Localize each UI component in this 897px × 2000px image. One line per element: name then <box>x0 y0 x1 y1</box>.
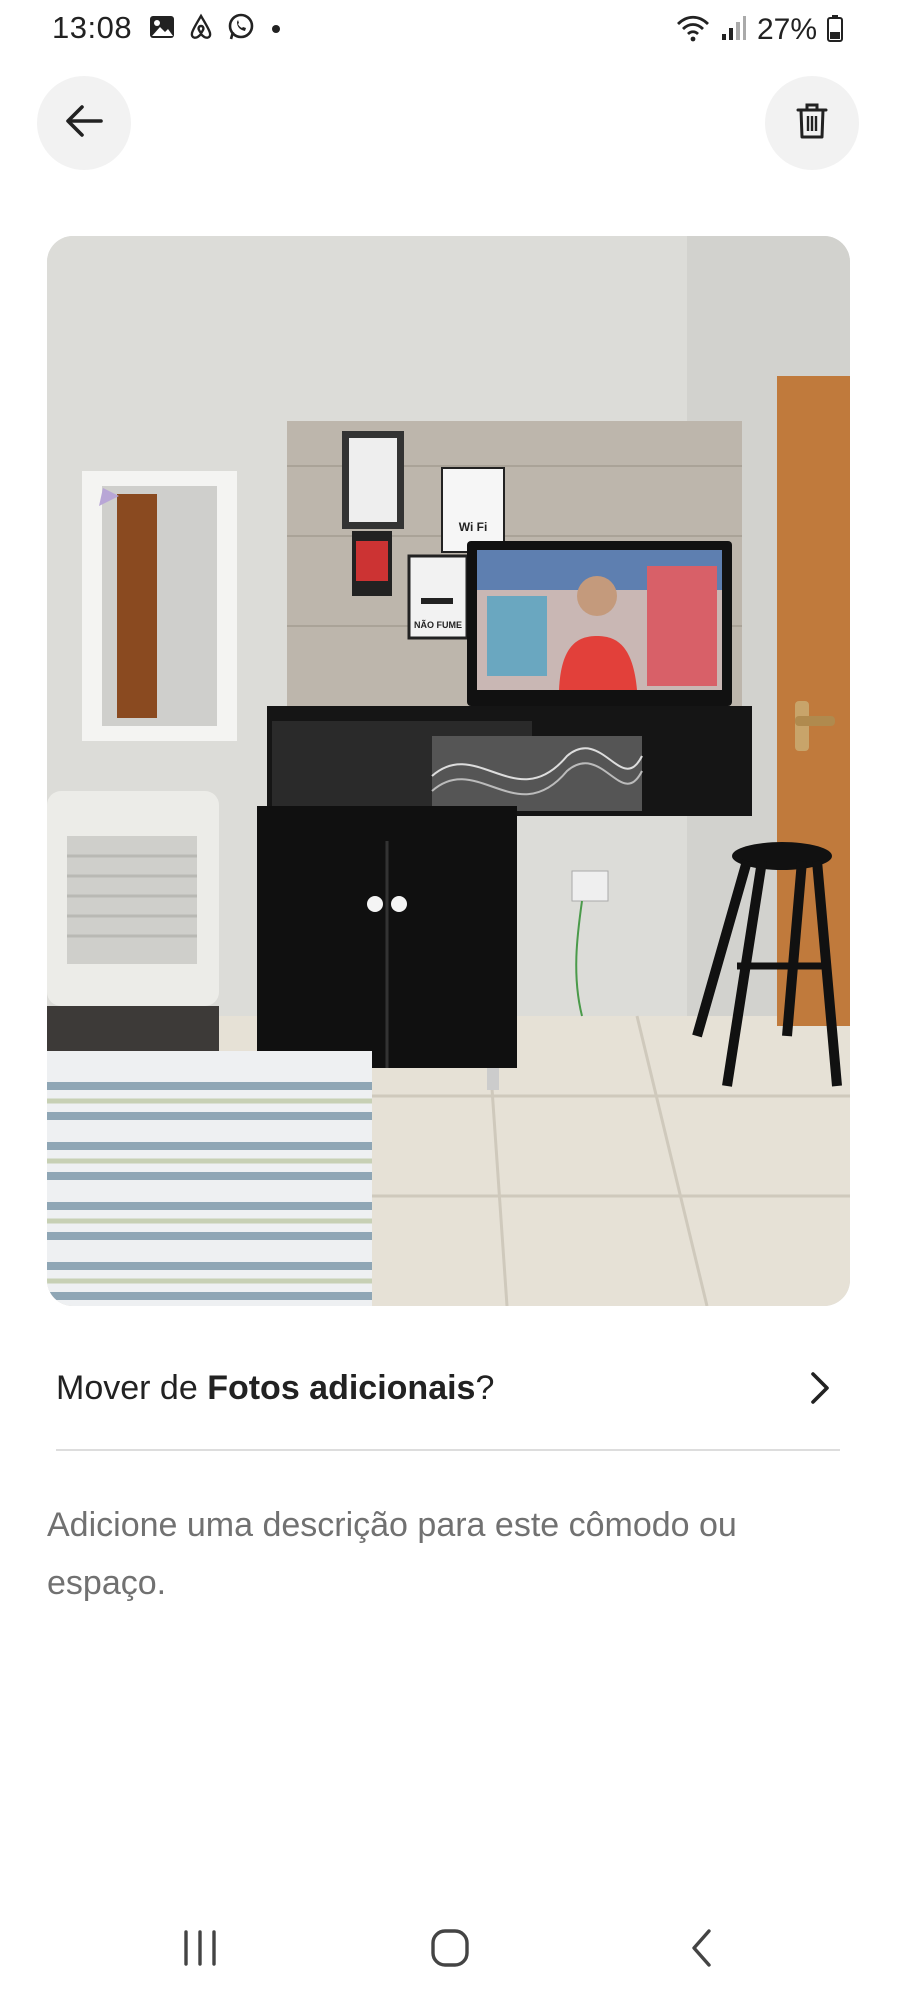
no-smoking-sign-text: NÃO FUME <box>414 620 462 630</box>
trash-icon <box>796 102 828 145</box>
album-name: Fotos adicionais <box>207 1368 476 1407</box>
notification-icons <box>148 12 280 46</box>
move-album-row[interactable]: Mover de Fotos adicionais? <box>56 1356 840 1420</box>
home-button[interactable] <box>420 1922 480 1978</box>
airbnb-icon <box>186 12 216 47</box>
battery-icon <box>827 14 843 47</box>
description-input[interactable]: Adicione uma descrição para este cômodo … <box>47 1496 847 1612</box>
recents-icon <box>180 1929 220 1971</box>
signal-icon <box>721 14 747 47</box>
wifi-sign-text: Wi Fi <box>459 520 488 534</box>
whatsapp-icon <box>226 12 256 47</box>
status-time: 13:08 <box>52 10 133 45</box>
battery-percentage: 27% <box>756 13 817 46</box>
move-suffix: ? <box>475 1368 495 1407</box>
divider <box>56 1449 840 1451</box>
system-back-button[interactable] <box>672 1922 732 1978</box>
system-icons: 27% <box>675 10 843 50</box>
wifi-icon <box>675 13 711 48</box>
room-photo[interactable]: Wi Fi NÃO FUME <box>47 236 850 1306</box>
screen: 13:08 27% Wi Fi NÃO FUME Mover de Fotos … <box>0 0 897 2000</box>
navigation-bar <box>0 1900 897 2000</box>
delete-button[interactable] <box>765 76 859 170</box>
move-album-text: Mover de Fotos adicionais? <box>56 1369 494 1408</box>
recents-button[interactable] <box>170 1922 230 1978</box>
gallery-icon <box>148 14 176 45</box>
notification-dot <box>272 25 280 33</box>
move-prefix: Mover de <box>56 1368 208 1407</box>
arrow-left-icon <box>65 104 103 143</box>
home-icon <box>430 1928 470 1973</box>
back-button[interactable] <box>37 76 131 170</box>
chevron-right-icon <box>800 1368 840 1408</box>
back-icon <box>689 1928 715 1973</box>
status-bar: 13:08 27% <box>0 0 897 60</box>
room-photo-illustration: Wi Fi NÃO FUME <box>47 236 850 1306</box>
